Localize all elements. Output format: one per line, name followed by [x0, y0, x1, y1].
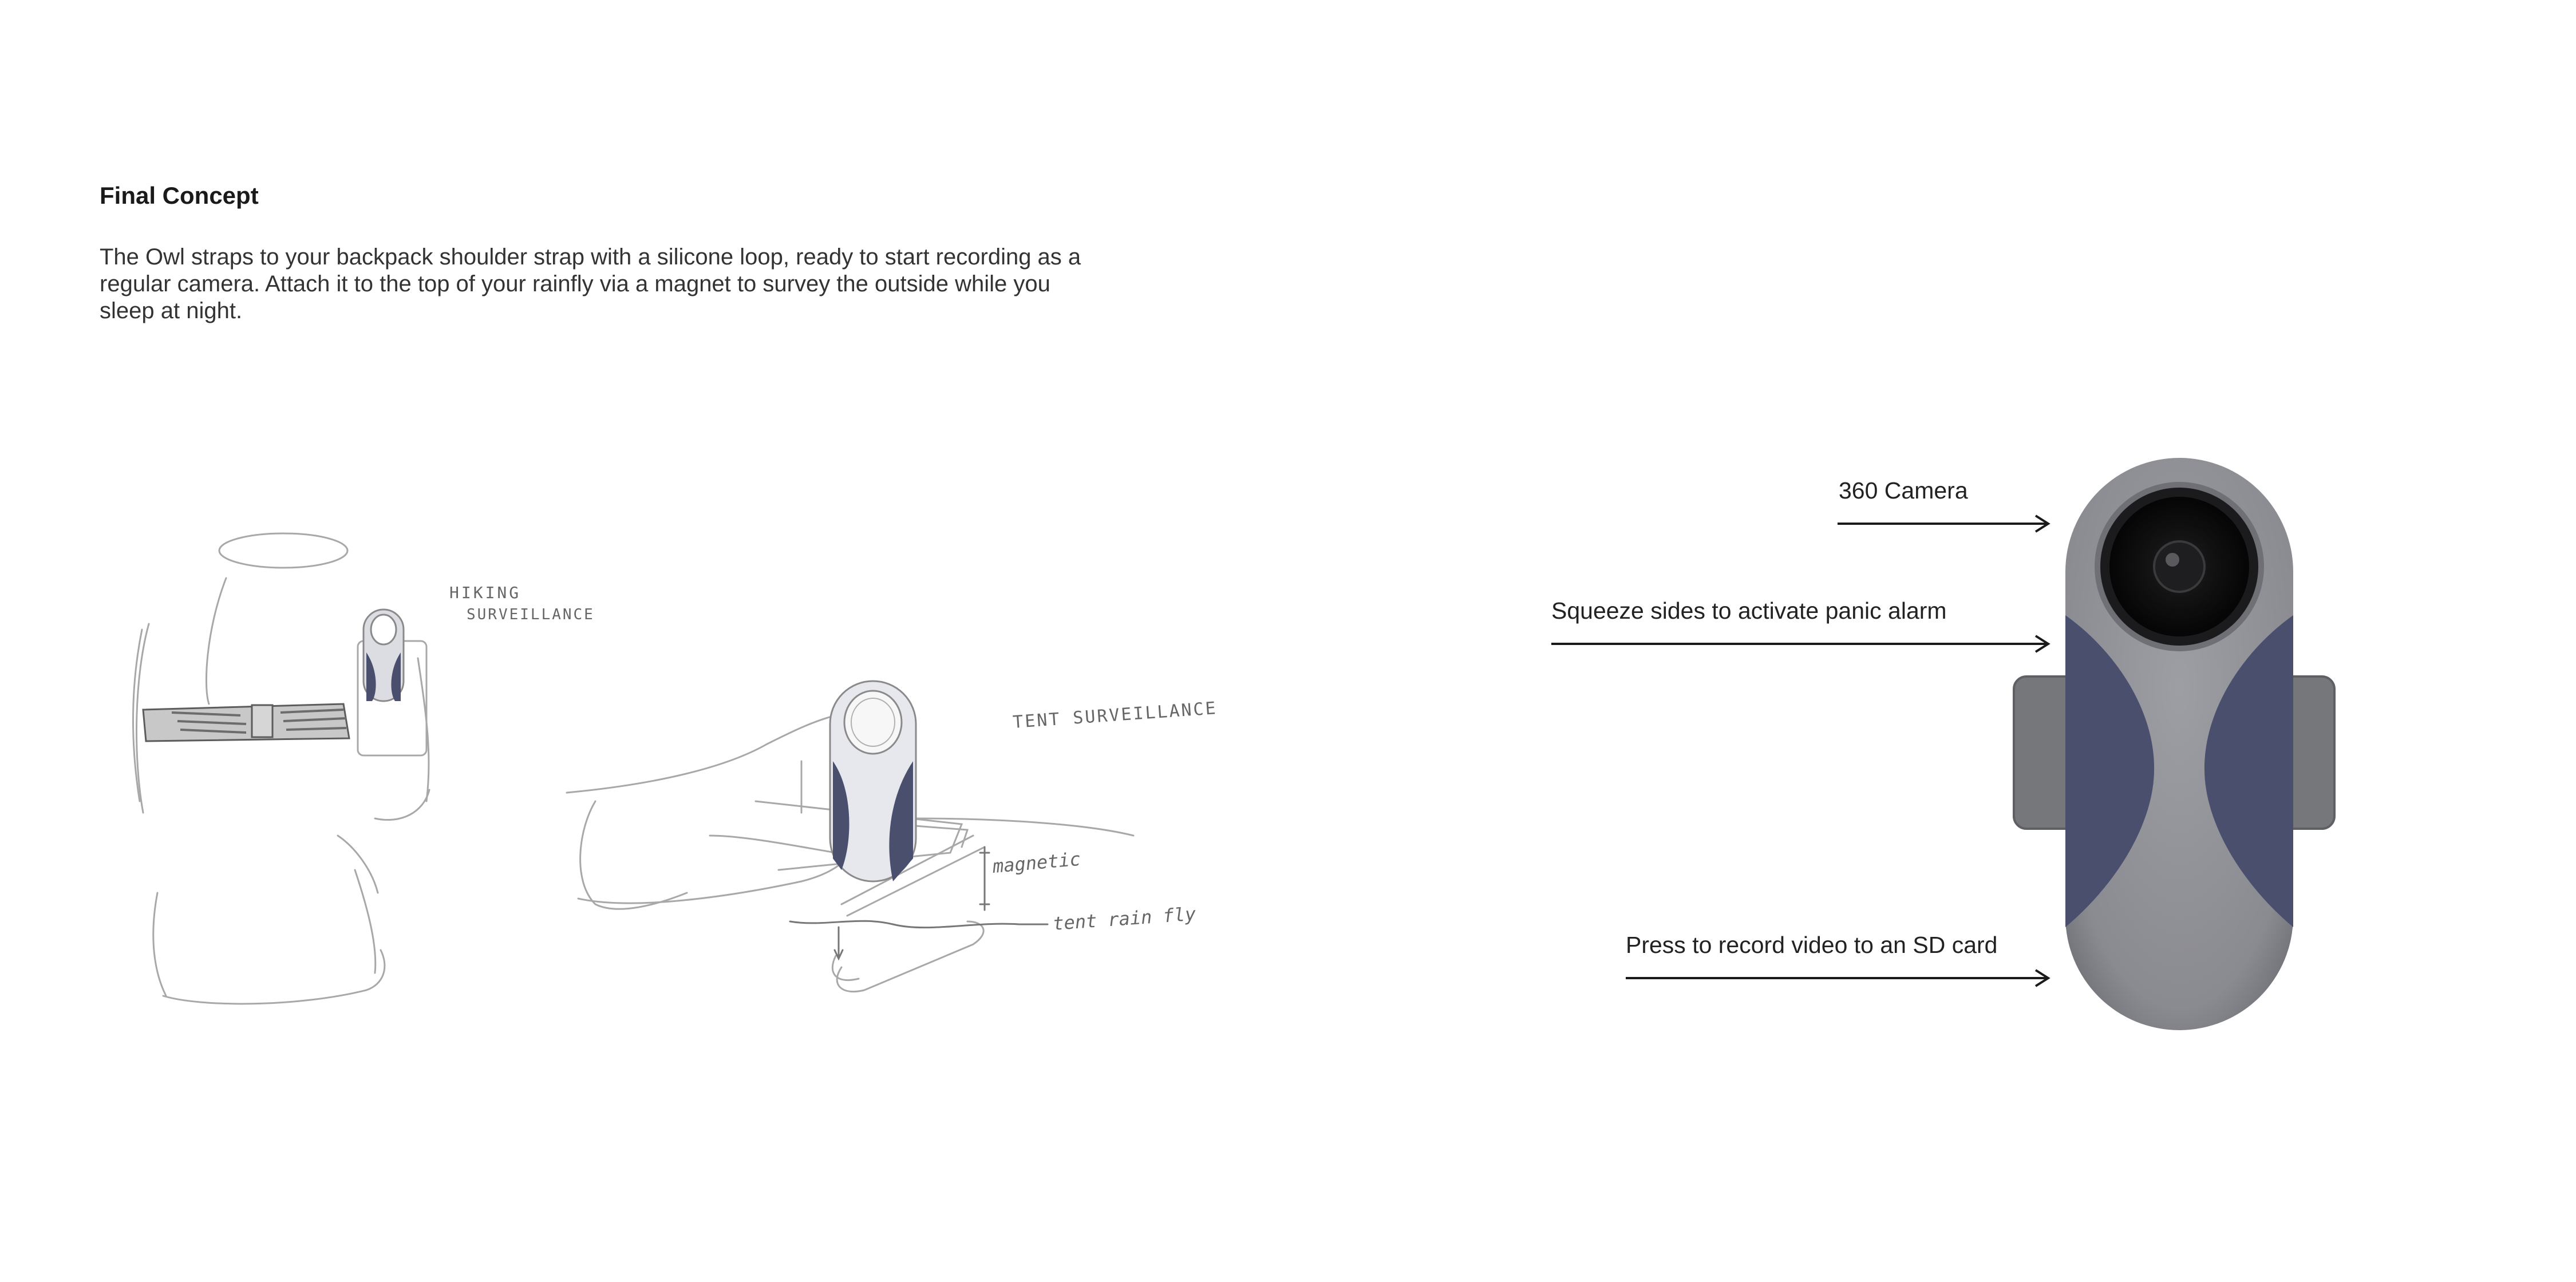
panic-callout-label: Squeeze sides to activate panic alarm [1551, 598, 1947, 624]
hiking-label-2: SURVEILLANCE [467, 606, 595, 623]
magnet-base [840, 834, 986, 917]
record-callout-label: Press to record video to an SD card [1626, 932, 1998, 958]
sketch-device-large [829, 680, 917, 883]
section-title: Final Concept [100, 182, 259, 209]
lens [2095, 482, 2264, 651]
rain-fly-label: tent rain fly [1052, 903, 1197, 935]
right-grip [2204, 615, 2293, 927]
halo-shape [218, 532, 349, 569]
magnetic-label: magnetic [991, 848, 1081, 877]
strap-band [2013, 675, 2336, 830]
device-render [1551, 458, 2336, 1030]
device-body [2065, 458, 2293, 1030]
shoulder-strap [142, 703, 350, 742]
tent-sketch: TENT SURVEILLANCE magnetic tent rain fly [566, 680, 1218, 993]
hiking-sketch: HIKING SURVEILLANCE [132, 532, 595, 1005]
callout-arrows [1551, 515, 2050, 987]
hiking-label-1: HIKING [449, 583, 521, 602]
backpack-outline [205, 577, 227, 705]
camera-callout-label: 360 Camera [1839, 477, 1968, 504]
concept-description: The Owl straps to your backpack shoulder… [100, 244, 1081, 323]
left-grip [2065, 615, 2155, 927]
hand-outline [566, 714, 837, 794]
sketch-device-small [357, 608, 428, 757]
tent-label: TENT SURVEILLANCE [1012, 698, 1218, 733]
rain-fly-line [789, 920, 1049, 929]
